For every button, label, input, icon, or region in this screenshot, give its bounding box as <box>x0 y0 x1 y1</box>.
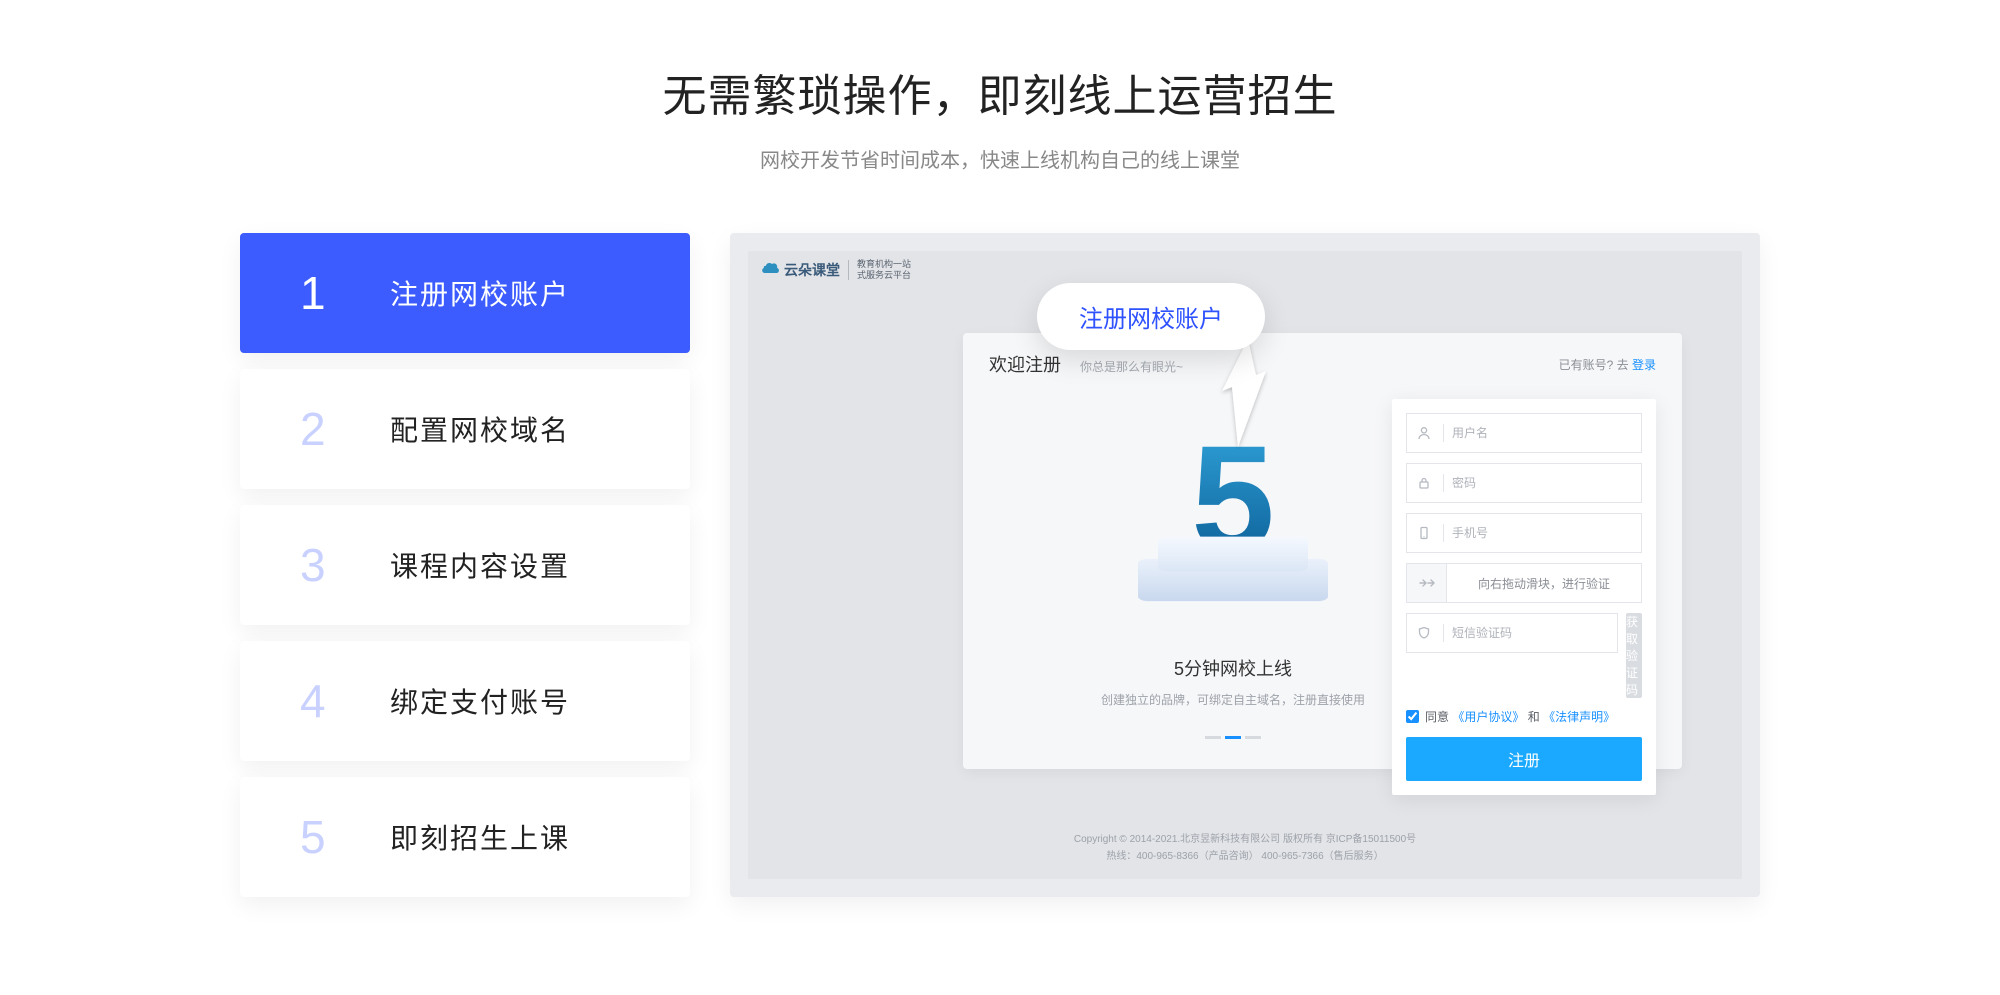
page-subtitle: 网校开发节省时间成本，快速上线机构自己的线上课堂 <box>0 144 2000 173</box>
steps-list: 1 注册网校账户 2 配置网校域名 3 课程内容设置 4 绑定支付账号 5 即刻… <box>240 233 690 897</box>
cloud-icon <box>760 262 780 278</box>
step-number: 3 <box>300 538 390 592</box>
get-code-button[interactable]: 获取验证码 <box>1626 613 1642 698</box>
illustration: 5 5分钟网校上线 创建独立的品牌，可绑定自主域名，注册直接使用 <box>1023 423 1443 744</box>
step-number: 2 <box>300 402 390 456</box>
lock-icon <box>1417 476 1435 490</box>
register-card: 欢迎注册 你总是那么有眼光~ 已有账号? 去 登录 5 5分钟网校上线 <box>963 333 1682 769</box>
welcome-subtitle: 你总是那么有眼光~ <box>1080 360 1183 374</box>
login-link[interactable]: 登录 <box>1632 358 1656 372</box>
platform-graphic <box>1133 539 1333 589</box>
step-number: 5 <box>300 810 390 864</box>
brand-tagline: 教育机构一站式服务云平台 <box>857 259 911 281</box>
step-label: 注册网校账户 <box>390 273 570 313</box>
phone-field-wrap <box>1406 513 1642 553</box>
username-field-wrap <box>1406 413 1642 453</box>
phone-input[interactable] <box>1452 526 1631 540</box>
captcha-slider[interactable]: 向右拖动滑块，进行验证 <box>1406 563 1642 603</box>
user-agreement-link[interactable]: 《用户协议》 <box>1452 710 1524 724</box>
legal-notice-link[interactable]: 《法律声明》 <box>1543 710 1615 724</box>
logo-divider <box>848 260 849 280</box>
brand-text: 云朵课堂 <box>784 260 840 280</box>
slider-handle[interactable] <box>1407 564 1447 602</box>
step-number: 1 <box>300 266 390 320</box>
agree-row[interactable]: 同意 《用户协议》 和 《法律声明》 <box>1406 708 1642 725</box>
arrows-icon <box>1418 577 1436 589</box>
step-item-3[interactable]: 3 课程内容设置 <box>240 505 690 625</box>
password-field-wrap <box>1406 463 1642 503</box>
carousel-dots[interactable] <box>1023 726 1443 744</box>
step-label: 即刻招生上课 <box>390 817 570 857</box>
password-input[interactable] <box>1452 476 1631 490</box>
mock-logo-row: 云朵课堂 教育机构一站式服务云平台 <box>748 251 1742 289</box>
username-input[interactable] <box>1452 426 1631 440</box>
illustration-desc: 创建独立的品牌，可绑定自主域名，注册直接使用 <box>1023 691 1443 708</box>
mock-footer: Copyright © 2014-2021.北京昱新科技有限公司 版权所有 京I… <box>748 831 1742 865</box>
callout-pill: 注册网校账户 <box>1037 283 1265 350</box>
step-label: 课程内容设置 <box>390 545 570 585</box>
shield-icon <box>1417 626 1435 640</box>
register-form: 向右拖动滑块，进行验证 获取验证码 <box>1392 399 1656 795</box>
brand-logo: 云朵课堂 <box>760 260 840 280</box>
step-item-5[interactable]: 5 即刻招生上课 <box>240 777 690 897</box>
slider-text: 向右拖动滑块，进行验证 <box>1447 575 1641 592</box>
step-item-2[interactable]: 2 配置网校域名 <box>240 369 690 489</box>
register-button[interactable]: 注册 <box>1406 737 1642 781</box>
step-item-1[interactable]: 1 注册网校账户 <box>240 233 690 353</box>
welcome-title: 欢迎注册 你总是那么有眼光~ <box>989 351 1183 377</box>
page-title: 无需繁琐操作，即刻线上运营招生 <box>0 60 2000 124</box>
illustration-title: 5分钟网校上线 <box>1023 655 1443 681</box>
step-label: 绑定支付账号 <box>390 681 570 721</box>
preview-panel: 云朵课堂 教育机构一站式服务云平台 欢迎注册 你总是那么有眼光~ 已有账号? 去… <box>730 233 1760 897</box>
callout-arrow-icon <box>1208 339 1268 449</box>
agree-text: 同意 《用户协议》 和 《法律声明》 <box>1425 708 1615 725</box>
sms-code-wrap <box>1406 613 1618 653</box>
sms-code-input[interactable] <box>1452 626 1607 640</box>
phone-icon <box>1417 526 1435 540</box>
step-number: 4 <box>300 674 390 728</box>
step-item-4[interactable]: 4 绑定支付账号 <box>240 641 690 761</box>
login-hint: 已有账号? 去 登录 <box>1559 356 1656 373</box>
step-label: 配置网校域名 <box>390 409 570 449</box>
user-icon <box>1417 426 1435 440</box>
agree-checkbox[interactable] <box>1406 710 1419 723</box>
